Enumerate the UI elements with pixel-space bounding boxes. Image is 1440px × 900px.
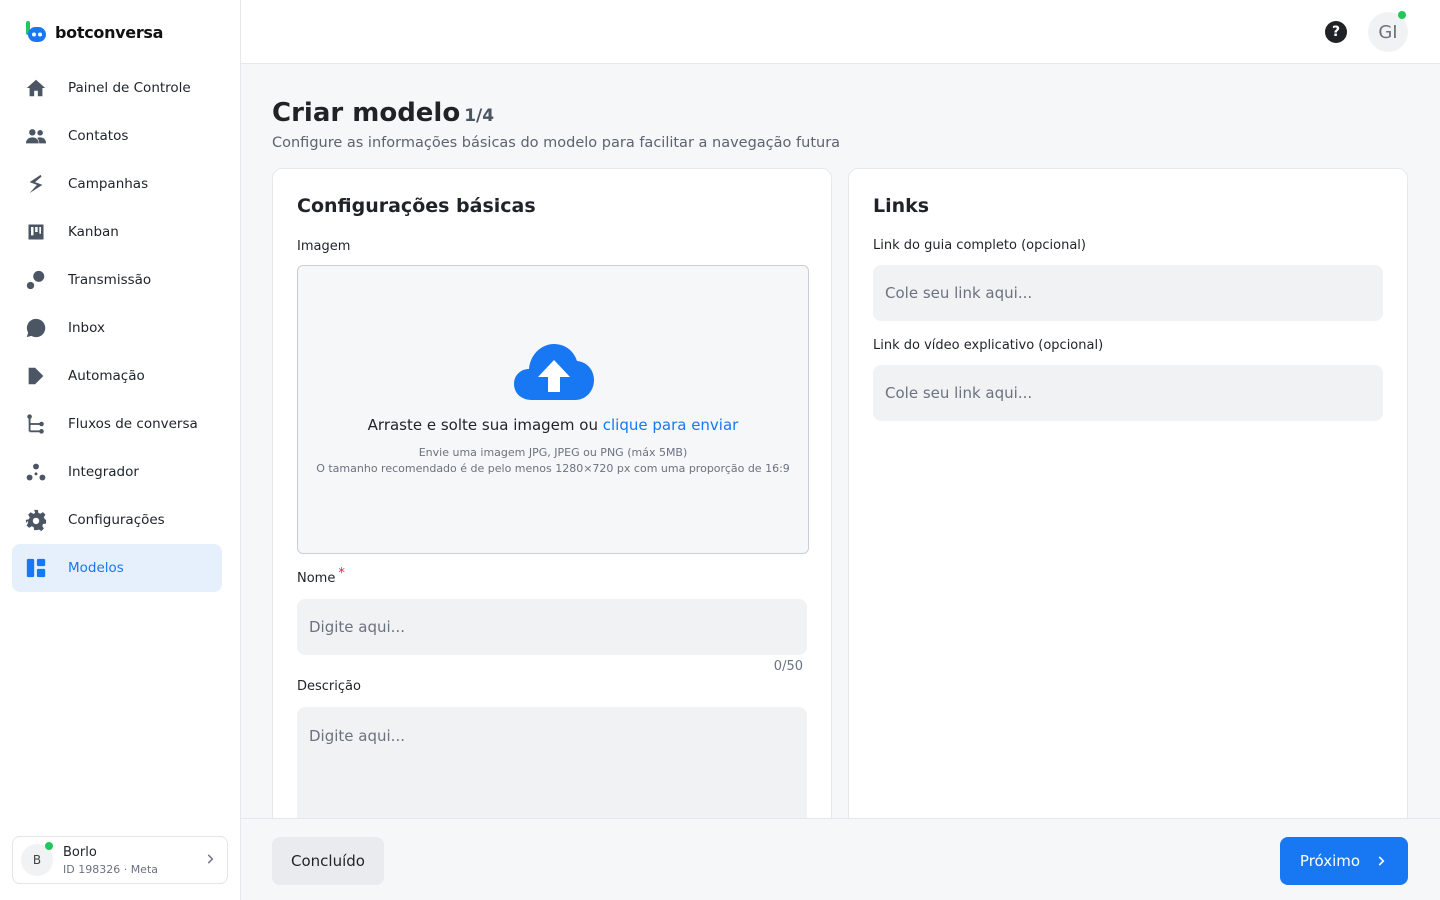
dropzone-text: Arraste e solte sua imagem ou clique par…: [298, 416, 808, 434]
sidebar-item-painel-de-controle[interactable]: Painel de Controle: [12, 64, 222, 112]
sidebar-item-label: Campanhas: [68, 176, 149, 192]
sidebar-item-label: Integrador: [68, 464, 139, 480]
online-status-dot: [45, 842, 53, 850]
video-link-label: Link do vídeo explicativo (opcional): [873, 338, 1104, 353]
sidebar-item-integrador[interactable]: Integrador: [12, 448, 222, 496]
home-icon: [24, 76, 48, 100]
account-avatar: B: [21, 842, 53, 876]
users-icon: [24, 124, 48, 148]
sidebar-item-campanhas[interactable]: Campanhas: [12, 160, 222, 208]
sidebar-item-label: Modelos: [68, 560, 124, 576]
next-button-label: Próximo: [1299, 852, 1361, 870]
sidebar-item-fluxos-de-conversa[interactable]: Fluxos de conversa: [12, 400, 222, 448]
next-button[interactable]: Próximo: [1280, 837, 1408, 885]
name-label: Nome *: [297, 566, 345, 586]
sidebar-item-label: Contatos: [68, 128, 129, 144]
sidebar-item-label: Kanban: [68, 224, 119, 240]
account-name: Borlo: [63, 844, 97, 860]
dropzone-hint-size: O tamanho recomendado é de pelo menos 12…: [316, 462, 790, 475]
chat-icon: [24, 316, 48, 340]
footer-actions: Concluído Próximo: [241, 818, 1440, 900]
dropzone-hint-format: Envie uma imagem JPG, JPEG ou PNG (máx 5…: [418, 446, 688, 459]
page-subtitle: Configure as informações básicas do mode…: [272, 135, 841, 151]
sidebar-item-label: Transmissão: [68, 272, 152, 288]
required-marker: *: [338, 566, 345, 581]
description-textarea[interactable]: [297, 707, 807, 827]
brand-name: botconversa: [55, 22, 164, 42]
help-icon[interactable]: ?: [1325, 21, 1347, 43]
step-indicator: 1/4: [464, 106, 495, 126]
video-link-input[interactable]: [873, 365, 1383, 421]
image-dropzone[interactable]: Arraste e solte sua imagem ou clique par…: [297, 265, 809, 554]
flow-icon: [24, 412, 48, 436]
description-label: Descrição: [297, 679, 361, 694]
user-avatar[interactable]: GI: [1368, 11, 1408, 52]
botconversa-logo-icon: [24, 20, 48, 44]
campaign-icon: [24, 172, 48, 196]
sidebar-item-label: Automação: [68, 368, 145, 384]
integration-icon: [24, 460, 48, 484]
sidebar: botconversa Painel de Controle Contatos …: [0, 0, 241, 900]
card-title: Links: [873, 195, 930, 217]
done-button[interactable]: Concluído: [272, 837, 384, 885]
chevron-right-icon: [203, 851, 219, 870]
dropzone-main-text: Arraste e solte sua imagem ou: [367, 416, 603, 434]
account-id: ID 198326 · Meta: [63, 862, 159, 876]
sidebar-item-configuracoes[interactable]: Configurações: [12, 496, 222, 544]
user-initials: GI: [1378, 21, 1398, 43]
sidebar-item-inbox[interactable]: Inbox: [12, 304, 222, 352]
sidebar-item-label: Configurações: [68, 512, 165, 528]
name-label-text: Nome: [297, 571, 336, 586]
broadcast-icon: [24, 268, 48, 292]
sidebar-item-automacao[interactable]: Automação: [12, 352, 222, 400]
sidebar-item-modelos[interactable]: Modelos: [12, 544, 222, 592]
account-switcher[interactable]: B Borlo ID 198326 · Meta: [12, 836, 228, 884]
links-card: Links Link do guia completo (opcional) L…: [848, 168, 1408, 828]
help-glyph: ?: [1331, 24, 1341, 40]
page-title-text: Criar modelo: [272, 98, 461, 128]
sidebar-item-kanban[interactable]: Kanban: [12, 208, 222, 256]
sidebar-item-label: Painel de Controle: [68, 80, 191, 96]
card-title: Configurações básicas: [297, 195, 536, 217]
brand[interactable]: botconversa: [24, 20, 163, 44]
automation-icon: [24, 364, 48, 388]
page-title: Criar modelo 1/4: [272, 98, 494, 128]
cloud-upload-icon: [512, 342, 596, 402]
name-input[interactable]: [297, 599, 807, 655]
templates-icon: [24, 556, 48, 580]
sidebar-item-label: Fluxos de conversa: [68, 416, 198, 432]
guide-link-input[interactable]: [873, 265, 1383, 321]
account-info: Borlo ID 198326 · Meta: [63, 845, 203, 876]
sidebar-item-transmissao[interactable]: Transmissão: [12, 256, 222, 304]
kanban-icon: [24, 220, 48, 244]
guide-link-label: Link do guia completo (opcional): [873, 238, 1086, 253]
account-initial: B: [32, 853, 42, 867]
sidebar-item-contatos[interactable]: Contatos: [12, 112, 222, 160]
image-label: Imagem: [297, 239, 351, 254]
basic-settings-card: Configurações básicas Imagem Arraste e s…: [272, 168, 832, 828]
topbar: ? GI: [241, 0, 1440, 64]
chevron-right-icon: [1374, 854, 1388, 868]
online-status-dot: [1398, 11, 1406, 19]
name-char-counter: 0/50: [773, 659, 803, 674]
gear-icon: [24, 508, 48, 532]
upload-link[interactable]: clique para enviar: [603, 416, 739, 434]
sidebar-nav: Painel de Controle Contatos Campanhas Ka…: [12, 64, 222, 592]
sidebar-item-label: Inbox: [68, 320, 105, 336]
